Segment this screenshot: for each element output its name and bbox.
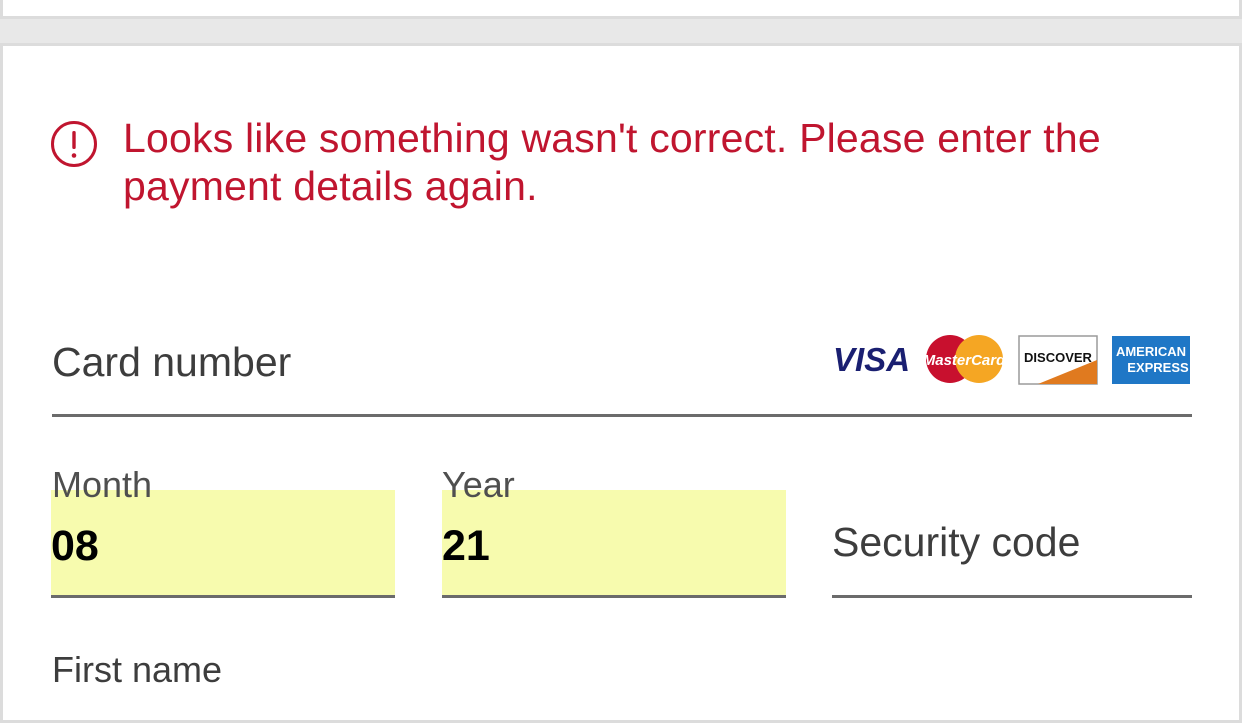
svg-text:MasterCard: MasterCard <box>923 352 1006 369</box>
previous-section-card <box>0 0 1242 19</box>
year-field[interactable]: 21 <box>442 490 786 598</box>
error-message: Looks like something wasn't correct. Ple… <box>123 115 1101 209</box>
security-code-label: Security code <box>832 519 1081 565</box>
svg-text:VISA: VISA <box>833 341 910 378</box>
first-name-label: First name <box>52 649 223 690</box>
card-number-input[interactable] <box>52 414 1192 417</box>
visa-logo: VISA <box>833 341 910 378</box>
month-label: Month <box>52 464 153 505</box>
year-label: Year <box>442 464 515 505</box>
discover-logo: DISCOVER <box>1018 335 1098 385</box>
card-brand-logos: VISA MasterCard DISCOVER AMERICAN EXPRES… <box>833 335 1190 385</box>
amex-logo: AMERICAN EXPRESS <box>1112 336 1190 384</box>
svg-text:DISCOVER: DISCOVER <box>1024 350 1093 365</box>
svg-text:EXPRESS: EXPRESS <box>1127 360 1189 375</box>
month-field[interactable]: 08 <box>51 490 395 598</box>
svg-text:AMERICAN: AMERICAN <box>1116 344 1186 359</box>
alert-circle-icon <box>51 121 97 167</box>
mastercard-logo: MasterCard <box>923 335 1006 383</box>
security-code-input[interactable] <box>832 595 1192 598</box>
year-value: 21 <box>442 522 490 570</box>
card-number-label: Card number <box>52 339 292 385</box>
month-value: 08 <box>51 522 99 570</box>
